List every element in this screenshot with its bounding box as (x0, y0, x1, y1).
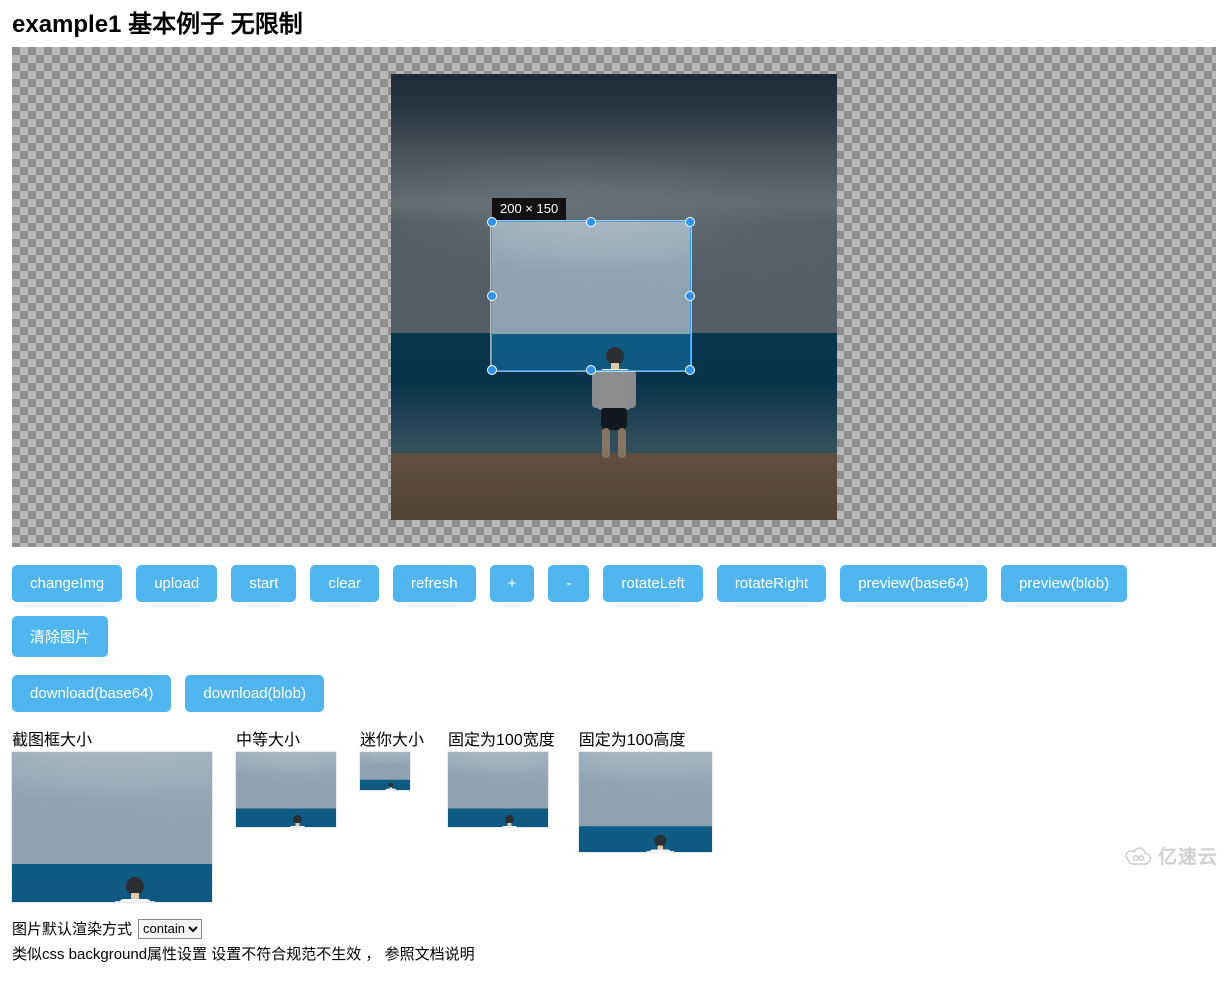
preview-base64-button[interactable]: preview(base64) (840, 565, 987, 602)
start-button[interactable]: start (231, 565, 296, 602)
preview-label: 截图框大小 (12, 726, 212, 750)
preview-label: 固定为100宽度 (448, 726, 555, 750)
clear-button[interactable]: clear (310, 565, 379, 602)
preview-medium: 中等大小 (236, 726, 336, 827)
render-note: 类似css background属性设置 设置不符合规范不生效 ， 参照文档说明 (12, 943, 1216, 964)
crop-size-badge: 200 × 150 (492, 198, 566, 220)
btn-button[interactable]: 清除图片 (12, 616, 108, 657)
preview-mini: 迷你大小 (360, 726, 424, 790)
refresh-button[interactable]: refresh (393, 565, 476, 602)
page-title: example1 基本例子 无限制 (12, 4, 1216, 39)
preview-label: 迷你大小 (360, 726, 424, 750)
changeimg-button[interactable]: changeImg (12, 565, 122, 602)
preview-box (579, 752, 712, 852)
cropper-image[interactable]: 200 × 150 (391, 74, 837, 520)
btn-button[interactable]: - (548, 565, 589, 602)
preview-original: 截图框大小 (12, 726, 212, 902)
download-blob-button[interactable]: download(blob) (185, 675, 324, 712)
cropper-area[interactable]: 200 × 150 (12, 47, 1216, 547)
crop-box[interactable]: 200 × 150 (491, 221, 691, 371)
rotateleft-button[interactable]: rotateLeft (603, 565, 702, 602)
preview-box (236, 752, 336, 827)
render-mode-select[interactable]: containcovernone (138, 919, 202, 939)
resize-handle-ml[interactable] (487, 291, 497, 301)
preview-box (448, 752, 548, 827)
resize-handle-tl[interactable] (487, 217, 497, 227)
button-row-1: changeImguploadstartclearrefresh+-rotate… (12, 565, 1216, 657)
preview-blob-button[interactable]: preview(blob) (1001, 565, 1127, 602)
rotateright-button[interactable]: rotateRight (717, 565, 826, 602)
preview-fixed-height: 固定为100高度 (579, 726, 712, 852)
resize-handle-bl[interactable] (487, 365, 497, 375)
button-row-2: download(base64) download(blob) (12, 675, 1216, 712)
preview-label: 中等大小 (236, 726, 336, 750)
preview-fixed-width: 固定为100宽度 (448, 726, 555, 827)
previews-row: 截图框大小 中等大小 迷你大小 固定为100宽度 固定为100高度 (12, 726, 1216, 902)
resize-handle-mr[interactable] (685, 291, 695, 301)
render-mode-label: 图片默认渲染方式 (12, 918, 132, 939)
preview-label: 固定为100高度 (579, 726, 712, 750)
resize-handle-bm[interactable] (586, 365, 596, 375)
upload-button[interactable]: upload (136, 565, 217, 602)
crop-window (492, 222, 690, 370)
resize-handle-br[interactable] (685, 365, 695, 375)
resize-handle-tr[interactable] (685, 217, 695, 227)
preview-box (12, 752, 212, 902)
btn-button[interactable]: + (490, 565, 535, 602)
download-base64-button[interactable]: download(base64) (12, 675, 171, 712)
preview-box (360, 752, 410, 790)
render-mode-row: 图片默认渲染方式 containcovernone (12, 918, 1216, 939)
resize-handle-tm[interactable] (586, 217, 596, 227)
